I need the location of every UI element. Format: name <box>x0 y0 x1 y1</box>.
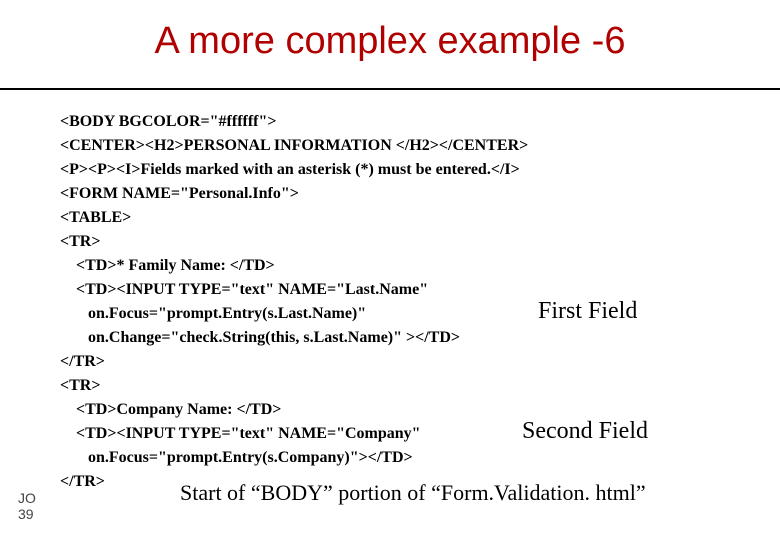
caption: Start of “BODY” portion of “Form.Validat… <box>180 480 646 506</box>
annotation-first-field: First Field <box>538 298 637 325</box>
page-number: JO 39 <box>18 490 36 522</box>
slide-title: A more complex example -6 <box>0 20 780 63</box>
annotation-second-field: Second Field <box>522 418 648 445</box>
slide: A more complex example -6 <BODY BGCOLOR=… <box>0 0 780 540</box>
divider <box>0 88 780 90</box>
